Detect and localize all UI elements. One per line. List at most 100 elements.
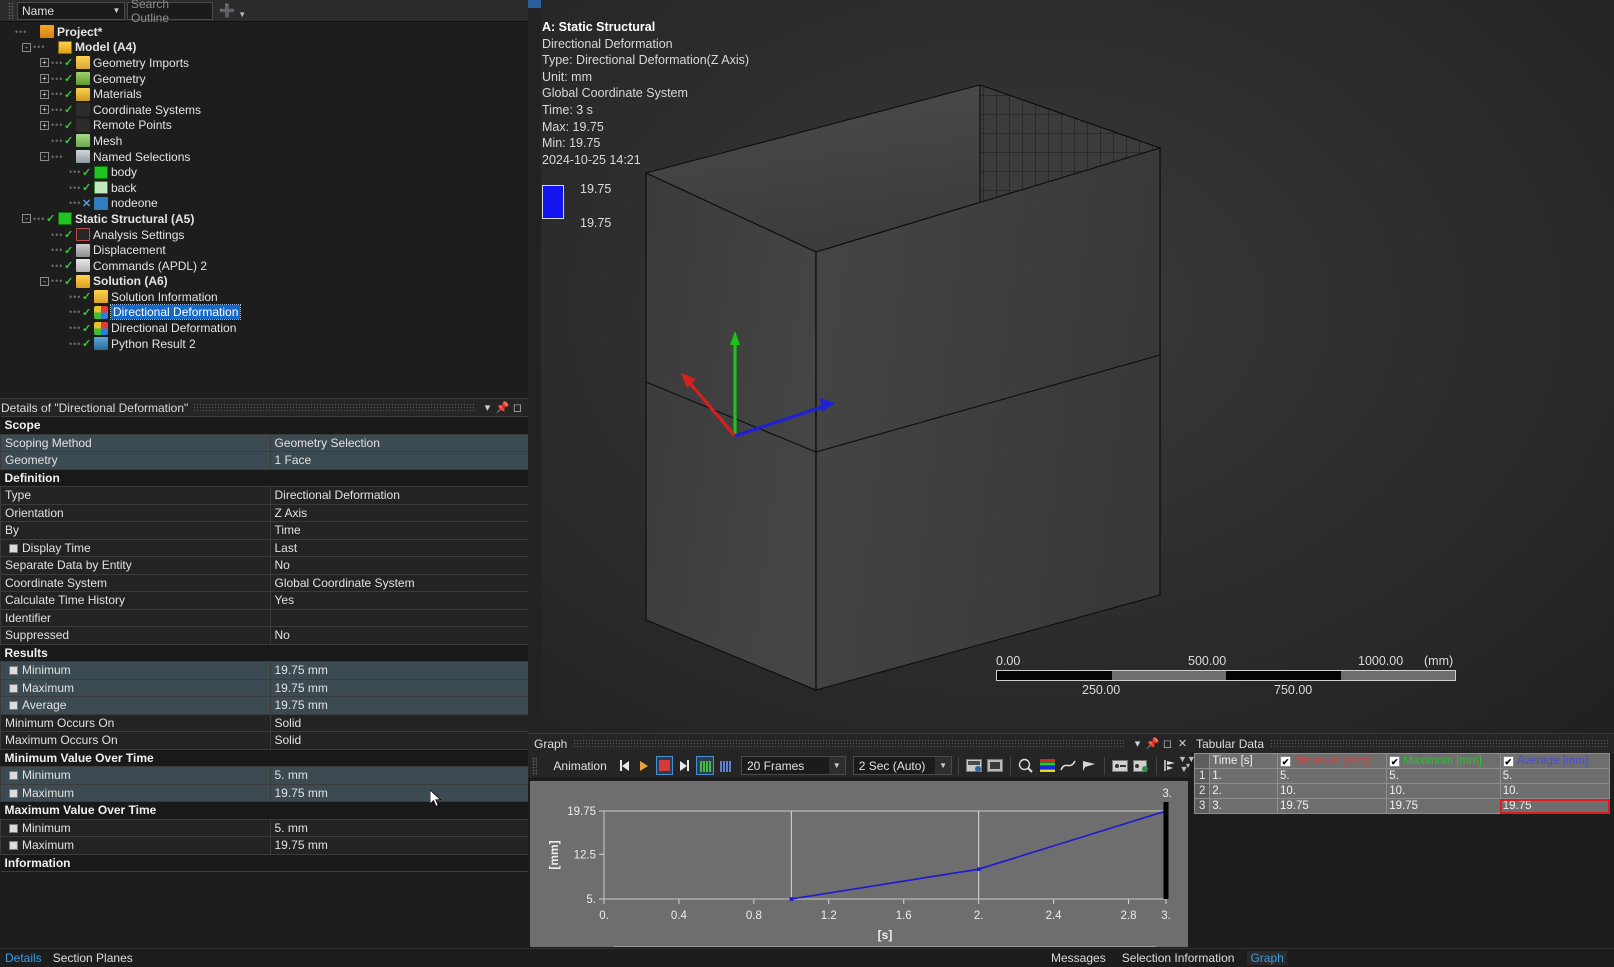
tree-item[interactable]: - ••• ✓ Solution (A6) <box>0 274 539 290</box>
details-row-value[interactable]: Time <box>269 521 540 540</box>
details-row[interactable]: Maximum 19.75 mm <box>0 836 540 855</box>
details-row[interactable]: Minimum 5. mm <box>0 818 540 837</box>
details-row-value[interactable]: Directional Deformation <box>269 486 540 505</box>
tabular-cell[interactable]: 5. <box>1499 768 1611 784</box>
table-row[interactable]: 1 1. 5. 5. 5. <box>1193 768 1611 784</box>
details-row-value[interactable]: No <box>269 626 540 645</box>
tree-expander-icon[interactable]: - <box>22 42 31 52</box>
details-row[interactable]: By Time <box>0 521 540 540</box>
details-row-value[interactable]: 1 Face <box>269 451 540 470</box>
details-row[interactable]: Geometry 1 Face <box>0 451 540 470</box>
graph-close-icon[interactable]: ✕ <box>1175 737 1190 750</box>
details-row[interactable]: Scoping Method Geometry Selection <box>0 433 540 452</box>
tabular-column-header[interactable]: ✔ Average [mm] <box>1499 753 1611 769</box>
details-row-checkbox[interactable] <box>9 771 18 781</box>
details-row-value[interactable]: 19.75 mm <box>269 678 540 697</box>
frames-select[interactable]: 20 Frames ▼ <box>740 756 846 775</box>
graph-dropdown-icon[interactable]: ▾ <box>1130 737 1145 750</box>
tree-expander-icon[interactable]: + <box>40 58 49 68</box>
graphics-viewport[interactable]: A: Static Structural Directional Deformat… <box>528 0 1614 733</box>
tabular-cell[interactable]: 19.75 <box>1276 798 1388 814</box>
graph-maximize-icon[interactable]: ◻ <box>1160 737 1175 750</box>
details-dropdown-icon[interactable]: ▾ <box>480 401 495 414</box>
tree-item[interactable]: ••• ✓ Solution Information <box>0 289 539 305</box>
details-row-value[interactable]: 19.75 mm <box>269 783 540 802</box>
tabular-cell[interactable]: 5. <box>1386 768 1501 784</box>
tree-item[interactable]: ••• ✓ Directional Deformation <box>0 304 539 321</box>
details-row-value[interactable]: 19.75 mm <box>269 661 540 680</box>
tree-item[interactable]: ••• ✓ back <box>0 180 539 196</box>
column-visibility-checkbox[interactable]: ✔ <box>1389 756 1401 767</box>
tree-item[interactable]: + ••• ✓ Coordinate Systems <box>0 102 539 118</box>
details-pin-icon[interactable]: 📌 <box>495 401 510 414</box>
scroll-down-icon[interactable]: ▼ <box>1178 764 1190 774</box>
details-row-value[interactable]: 5. mm <box>269 818 540 837</box>
details-row-checkbox[interactable] <box>9 841 18 851</box>
tree-item[interactable]: ••• ✕ nodeone <box>0 196 539 212</box>
result-chart[interactable]: 5. 12.5 19.75 0. 0.4 0.8 1.2 1.6 2. 2.4 2.8 3. 3. [mm… <box>530 781 1188 947</box>
distributed-bars-icon[interactable] <box>696 756 714 775</box>
tree-item[interactable]: ••• ✓ Mesh <box>0 133 539 149</box>
tabular-cell[interactable]: 1. <box>1209 768 1278 784</box>
details-maximize-icon[interactable]: ◻ <box>510 401 525 414</box>
keyframe-edit-icon[interactable] <box>1132 757 1150 774</box>
tree-item[interactable]: + ••• ✓ Remote Points <box>0 118 539 134</box>
details-row-value[interactable] <box>269 608 540 627</box>
keyframe-icon[interactable] <box>1111 757 1129 774</box>
details-row-value[interactable]: No <box>269 556 540 575</box>
details-row-checkbox[interactable] <box>9 683 18 693</box>
details-row[interactable]: Maximum Occurs On Solid <box>0 731 540 750</box>
duration-select[interactable]: 2 Sec (Auto) ▼ <box>852 756 953 775</box>
details-row-value[interactable]: 5. mm <box>269 766 540 785</box>
flag-marker-icon[interactable] <box>1080 757 1098 774</box>
details-row[interactable]: Suppressed No <box>0 626 540 645</box>
skip-to-end-icon[interactable] <box>676 756 693 775</box>
tabular-cell[interactable]: 5. <box>1276 768 1388 784</box>
outline-tree[interactable]: ••• Project* - ••• Model (A4) + ••• ✓ Geometry I… <box>0 22 539 397</box>
tabular-column-header[interactable]: ✔ Maximum [mm] <box>1386 753 1501 769</box>
details-row[interactable]: Coordinate System Global Coordinate Syste… <box>0 573 540 592</box>
stop-icon[interactable] <box>656 756 674 775</box>
details-row[interactable]: Minimum 19.75 mm <box>0 661 540 680</box>
tree-item[interactable]: ••• ✓ body <box>0 164 539 180</box>
toolbar-grip[interactable] <box>8 1 14 20</box>
details-row[interactable]: Display Time Last <box>0 538 540 557</box>
details-row-value[interactable]: Global Coordinate System <box>269 573 540 592</box>
tree-item[interactable]: ••• ✓ Analysis Settings <box>0 227 539 243</box>
tree-expander-icon[interactable]: + <box>40 105 49 115</box>
tree-expander-icon[interactable]: + <box>40 89 49 99</box>
tabular-column-header[interactable]: ✔ Minimum [mm] <box>1276 753 1388 769</box>
table-row[interactable]: 3 3. 19.75 19.75 19.75 <box>1193 798 1611 814</box>
details-row[interactable]: Separate Data by Entity No <box>0 556 540 575</box>
graph-pin-icon[interactable]: 📌 <box>1145 737 1160 750</box>
column-visibility-checkbox[interactable]: ✔ <box>1279 756 1291 767</box>
export-video-icon[interactable] <box>965 757 983 774</box>
color-legend-icon[interactable] <box>1038 757 1056 774</box>
tabular-side-scroll[interactable]: ▼▼ ▼ <box>1178 754 1196 774</box>
tabular-data-table[interactable]: Time [s] ✔ Minimum [mm] ✔ Maximum [mm] ✔ Avera… <box>1193 753 1611 814</box>
details-row-value[interactable]: 19.75 mm <box>269 836 540 855</box>
details-row-value[interactable]: Solid <box>269 713 540 732</box>
details-row[interactable]: Identifier <box>0 608 540 627</box>
details-row[interactable]: Maximum 19.75 mm <box>0 678 540 697</box>
column-visibility-checkbox[interactable]: ✔ <box>1502 756 1514 767</box>
tree-item[interactable]: + ••• ✓ Materials <box>0 86 539 102</box>
details-row-checkbox[interactable] <box>9 788 18 798</box>
details-row-value[interactable]: Z Axis <box>269 503 540 522</box>
bottom-tab[interactable]: Selection Information <box>1119 951 1238 965</box>
tree-expander-icon[interactable]: + <box>40 74 49 84</box>
details-row[interactable]: Minimum Occurs On Solid <box>0 713 540 732</box>
tree-item[interactable]: ••• ✓ Displacement <box>0 242 539 258</box>
details-row[interactable]: Calculate Time History Yes <box>0 591 540 610</box>
tabular-cell[interactable]: 10. <box>1499 783 1611 799</box>
search-outline-input[interactable]: Search Outline <box>127 0 213 25</box>
tabular-cell[interactable]: 3. <box>1209 798 1278 814</box>
tabular-cell[interactable]: 19.75 <box>1386 798 1501 814</box>
details-row[interactable]: Maximum 19.75 mm <box>0 783 540 802</box>
outline-field-select[interactable]: Name ▼ <box>17 1 125 20</box>
tabular-cell[interactable]: 19.75 <box>1499 798 1611 814</box>
tree-item[interactable]: - ••• Model (A4) <box>0 40 539 56</box>
tree-expander-icon[interactable]: - <box>40 276 49 286</box>
bottom-tab[interactable]: Graph <box>1247 951 1287 965</box>
tree-item[interactable]: ••• ✓ Commands (APDL) 2 <box>0 258 539 274</box>
